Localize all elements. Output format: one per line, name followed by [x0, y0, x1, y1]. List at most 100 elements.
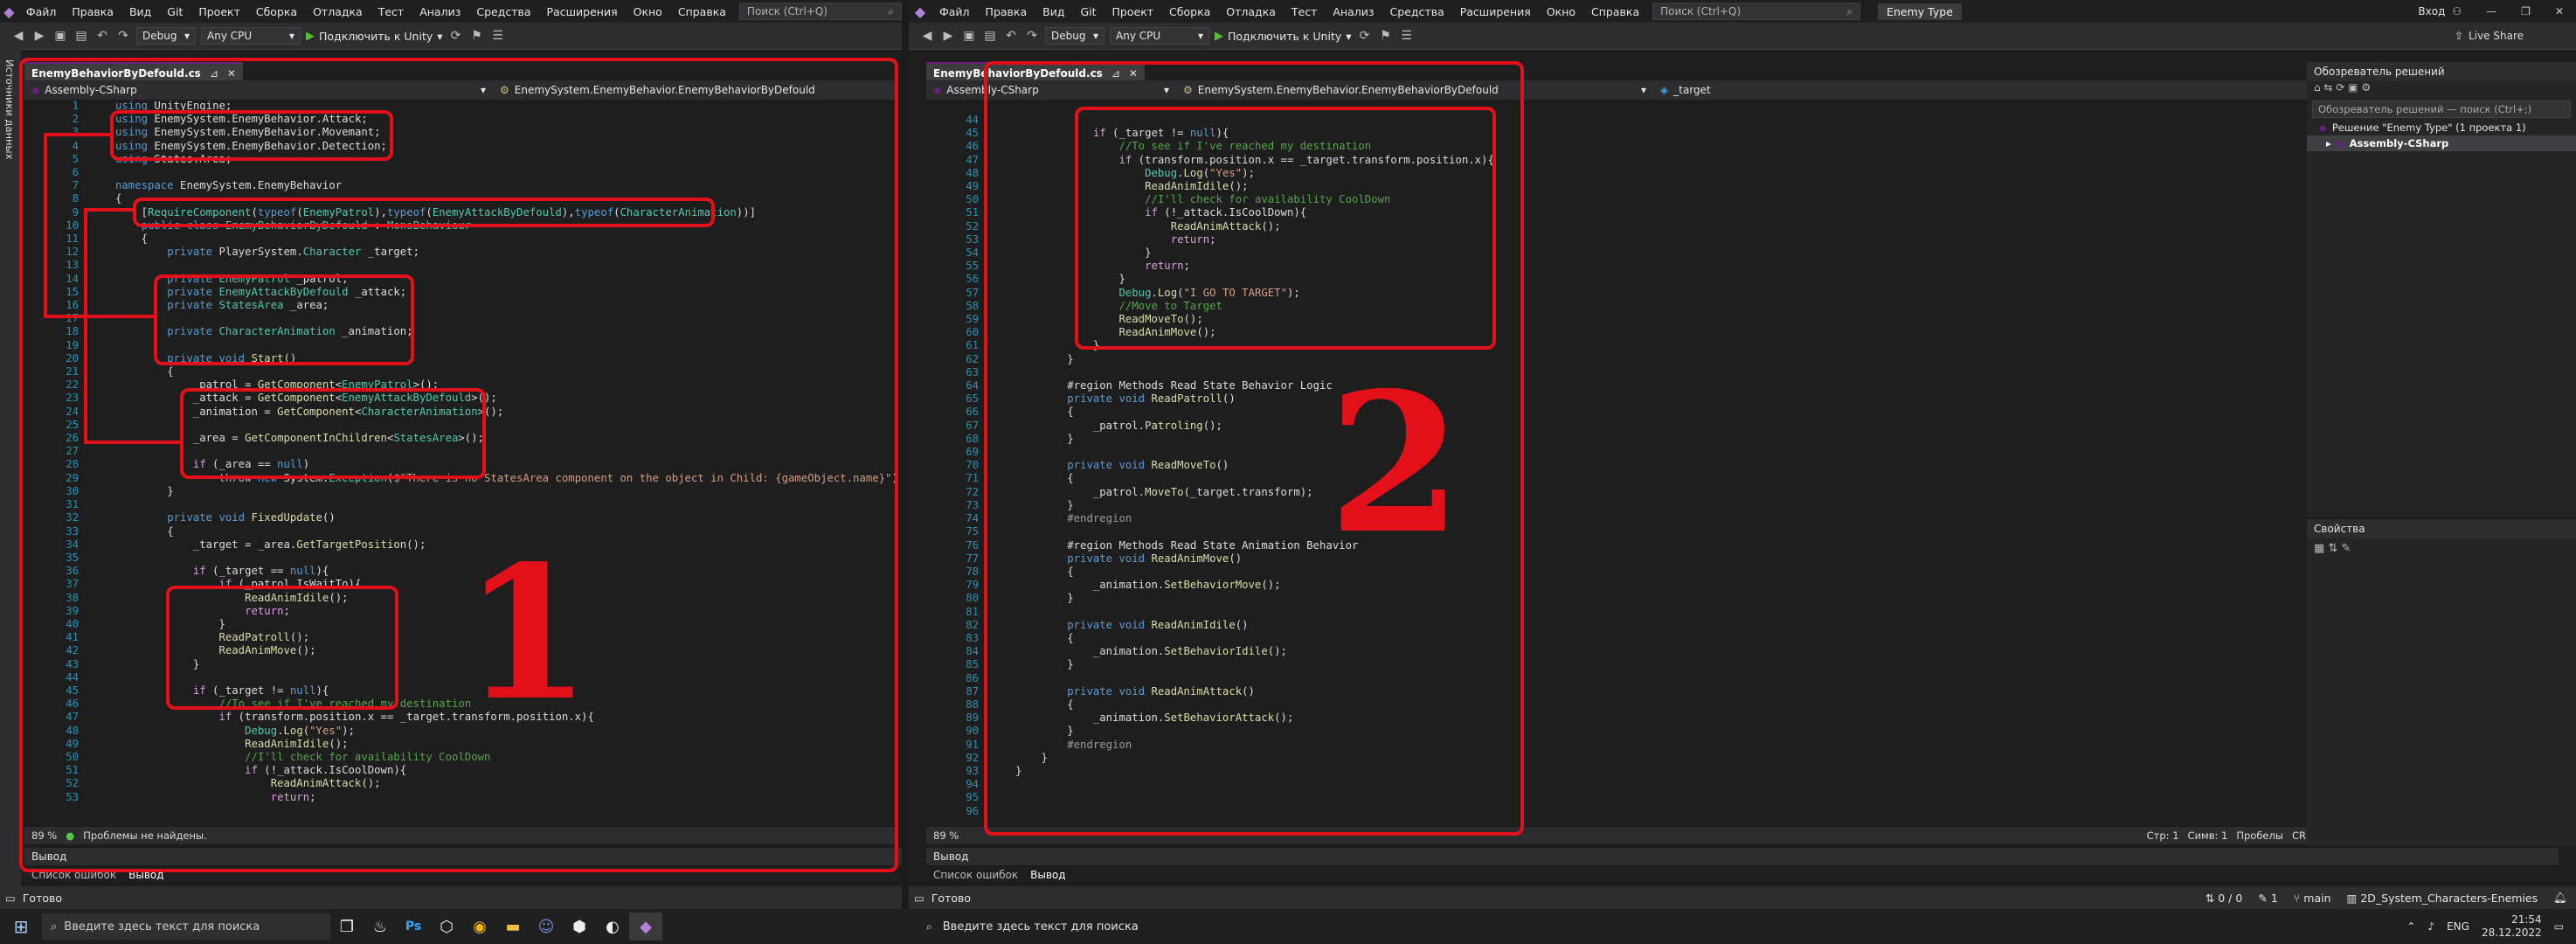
menu-item[interactable]: Расширения	[539, 5, 626, 18]
menu-item[interactable]: Окно	[1539, 5, 1583, 18]
redo-icon[interactable]: ↷	[115, 29, 131, 43]
annotation-arrow	[44, 133, 114, 136]
new-item-icon[interactable]: ▣	[52, 29, 68, 43]
menu-item[interactable]: Правка	[978, 5, 1035, 18]
github-desktop-icon[interactable]: ◐	[596, 913, 629, 941]
properties-toolbar: ▦ ⇅ ✎	[2314, 542, 2351, 555]
menu-item[interactable]: Вид	[1035, 5, 1072, 18]
close-window-icon[interactable]: ✕	[2555, 5, 2564, 17]
save-icon[interactable]: ▤	[73, 29, 89, 43]
save-icon[interactable]: ▤	[982, 29, 998, 43]
account-icon[interactable]: ⚇	[2452, 5, 2462, 17]
comment-icon[interactable]: ☰	[1399, 29, 1415, 43]
member-dropdown[interactable]: ◈ _target	[1653, 84, 1718, 96]
attach-unity-button[interactable]: ▶ Подключить к Unity ▾	[306, 30, 443, 43]
annotation-box-fields	[154, 274, 414, 365]
back-icon[interactable]: ◀	[919, 29, 935, 43]
login-link[interactable]: Вход	[2418, 5, 2445, 17]
refresh-icon[interactable]: ⟳	[448, 29, 464, 43]
attach-unity-button[interactable]: ▶ Подключить к Unity ▾	[1215, 30, 1352, 43]
menu-item[interactable]: Git	[1072, 5, 1104, 18]
search-input[interactable]: Поиск (Ctrl+Q) ⌕	[1652, 3, 1861, 20]
chrome-icon[interactable]: ◉	[463, 913, 496, 941]
visual-studio-icon[interactable]: ◆	[629, 913, 662, 941]
volume-icon[interactable]: ♪	[2427, 920, 2434, 933]
menu-item[interactable]: Файл	[931, 5, 978, 18]
redo-icon[interactable]: ↷	[1024, 29, 1040, 43]
menu-item[interactable]: Отладка	[305, 5, 370, 18]
menu-item[interactable]: Проект	[1104, 5, 1162, 18]
undo-icon[interactable]: ↶	[1003, 29, 1019, 43]
platform-dropdown[interactable]: Any CPU ▾	[1110, 27, 1209, 45]
menu-item[interactable]: Анализ	[412, 5, 468, 18]
unity-icon[interactable]: ⬡	[430, 913, 463, 941]
restore-icon[interactable]: ❐	[2521, 5, 2531, 17]
discord-icon[interactable]: ☺	[530, 913, 563, 941]
menu-item[interactable]: Отладка	[1218, 5, 1284, 18]
menu-item[interactable]: Сборка	[248, 5, 305, 18]
search-placeholder: Поиск (Ctrl+Q)	[1660, 5, 1742, 17]
project-node[interactable]: ▸ ◆ Assembly-CSharp	[2307, 135, 2576, 151]
whitespace-mode[interactable]: Пробелы	[2236, 829, 2283, 842]
platform-dropdown[interactable]: Any CPU ▾	[201, 27, 301, 45]
menu-item[interactable]: Правка	[64, 5, 121, 18]
explorer-icon[interactable]: ▬	[496, 913, 530, 941]
side-tab-data-sources[interactable]: Источники данных	[3, 59, 16, 159]
comment-icon[interactable]: ☰	[490, 29, 506, 43]
menu-item[interactable]: Справка	[1583, 5, 1647, 18]
properties-panel: Свойства ▦ ⇅ ✎	[2307, 519, 2576, 846]
language-indicator[interactable]: ENG	[2447, 920, 2469, 933]
notification-icon[interactable]: 🔔︎	[2553, 891, 2567, 905]
undo-icon[interactable]: ↶	[94, 29, 110, 43]
unity-hub-icon[interactable]: ⬢	[563, 913, 596, 941]
git-branch[interactable]: ⑂ main	[2294, 892, 2331, 905]
task-view-icon[interactable]: ❐	[330, 913, 364, 941]
share-icon: ⇪	[2454, 30, 2464, 42]
pencil-icon: ✎	[2258, 891, 2268, 905]
repo-selector[interactable]: ▥ 2D_System_Characters-Enemies	[2347, 892, 2538, 905]
menu-item[interactable]: Вид	[121, 5, 159, 18]
config-dropdown[interactable]: Debug ▾	[1045, 27, 1104, 45]
solution-search-input[interactable]: Обозреватель решений — поиск (Ctrl+;)	[2312, 101, 2571, 118]
live-share-button[interactable]: ⇪ Live Share	[2455, 30, 2524, 42]
menu-item[interactable]: Окно	[626, 5, 670, 18]
menu-item[interactable]: Расширения	[1452, 5, 1539, 18]
config-dropdown[interactable]: Debug ▾	[136, 27, 196, 45]
notifications-icon[interactable]: ▭	[2554, 920, 2564, 933]
forward-icon[interactable]: ▶	[31, 29, 47, 43]
menu-item[interactable]: Анализ	[1325, 5, 1381, 18]
photoshop-icon[interactable]: Ps	[397, 913, 430, 941]
right-toolbar: ◀ ▶ ▣ ▤ ↶ ↷ Debug ▾ Any CPU ▾ ▶ Подключить …	[909, 23, 2576, 50]
git-pushes[interactable]: ✎ 1	[2258, 892, 2277, 905]
search-input[interactable]: Поиск (Ctrl+Q) ⌕	[738, 3, 902, 20]
menu-item[interactable]: Тест	[370, 5, 412, 18]
git-changes[interactable]: ⇅ 0 / 0	[2206, 892, 2243, 905]
left-side-panel: Источники данных	[0, 49, 21, 886]
menu-item[interactable]: Справка	[670, 5, 734, 18]
tray-chevron-icon[interactable]: ⌃	[2406, 920, 2415, 933]
refresh-icon[interactable]: ⟳	[1357, 29, 1373, 43]
minimize-icon[interactable]: —	[2486, 5, 2496, 17]
menu-item[interactable]: Проект	[190, 5, 248, 18]
steam-icon[interactable]: ♨	[364, 913, 397, 941]
tab-output[interactable]: Вывод	[1030, 869, 1065, 881]
back-icon[interactable]: ◀	[10, 29, 26, 43]
new-item-icon[interactable]: ▣	[961, 29, 977, 43]
clock-date: 28.12.2022	[2481, 927, 2542, 939]
menu-item[interactable]: Средства	[1382, 5, 1452, 18]
menu-item[interactable]: Тест	[1284, 5, 1325, 18]
tab-error-list[interactable]: Список ошибок	[933, 869, 1018, 881]
clock[interactable]: 21:54 28.12.2022	[2482, 913, 2542, 940]
solution-node[interactable]: ◆ Решение "Enemy Type" (1 проекта 1)	[2307, 120, 2576, 135]
taskbar-search[interactable]: ⌕ Введите здесь текст для поиска	[42, 913, 330, 940]
forward-icon[interactable]: ▶	[940, 29, 956, 43]
bookmark-icon[interactable]: ⚑	[1378, 29, 1394, 43]
menu-item[interactable]: Средства	[468, 5, 538, 18]
line-number-column: 44 45 46 47 48 49 50 51 52 53 54 55 56 5…	[966, 114, 979, 817]
menu-item[interactable]: Git	[159, 5, 190, 18]
bookmark-icon[interactable]: ⚑	[469, 29, 485, 43]
menu-item[interactable]: Сборка	[1161, 5, 1218, 18]
menu-item[interactable]: Файл	[18, 5, 65, 18]
start-button[interactable]: ⊞	[0, 916, 42, 937]
zoom-level[interactable]: 89 %	[926, 829, 959, 842]
